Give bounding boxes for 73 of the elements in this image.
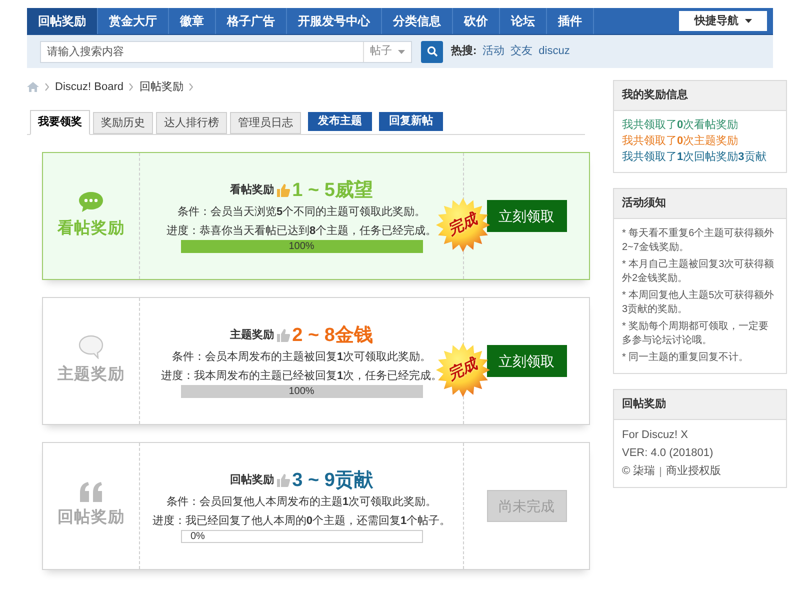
quick-nav-button[interactable]: 快捷导航: [679, 11, 767, 31]
thumbs-up-icon: [276, 474, 290, 487]
search-icon: [426, 46, 438, 57]
notice-text: * 同一主题的重复回复不计。: [622, 351, 750, 365]
chevron-right-icon: [189, 83, 194, 91]
progress-reading: 0%: [190, 532, 205, 542]
panel-title: 活动须知: [614, 189, 786, 219]
thumbs-up-icon: [276, 329, 290, 342]
nav-item[interactable]: 赏金大厅: [98, 8, 169, 34]
quote-mark-icon: [79, 482, 103, 502]
scope-select[interactable]: 帖子: [363, 42, 411, 62]
thumbs-up-icon: [276, 184, 290, 197]
notice-text: * 奖励每个周期都可领取，一定要多参与论坛讨论哦。: [622, 320, 770, 348]
copyright-text: © 柒瑞: [622, 464, 656, 479]
chevron-right-icon: [45, 83, 49, 91]
panel-title: 我的奖励信息: [614, 81, 786, 111]
condition-text: 条件：会员本周发布的主题被回复1次可领取此奖励。: [172, 350, 432, 366]
nav-item[interactable]: 格子广告: [216, 8, 287, 34]
progress-reading: 100%: [288, 386, 314, 397]
caret-icon: [744, 19, 752, 23]
claim-button[interactable]: 立刻领取: [486, 345, 566, 377]
hot-search-link[interactable]: 交友: [510, 43, 533, 60]
nav-item[interactable]: 徽章: [169, 8, 216, 34]
reward-amount: 2 ~ 8金钱: [292, 324, 373, 348]
progress-text: 进度：恭喜你当天看帖已达到8个主题，任务已经完成。: [166, 224, 437, 239]
condition-text: 条件：会员当天浏览5个不同的主题可领取此奖励。: [177, 204, 426, 220]
reward-summary: 我共领取了0次看帖奖励: [622, 119, 740, 132]
reward-label: 主题奖励: [230, 328, 274, 344]
done-stamp: 完成: [435, 342, 491, 398]
breadcrumb-link[interactable]: 回帖奖励: [139, 78, 184, 96]
nav-item[interactable]: 砍价: [453, 8, 500, 34]
progress-reading: 100%: [288, 242, 314, 252]
search-button[interactable]: [421, 40, 443, 62]
nav-item[interactable]: 分类信息: [382, 8, 453, 34]
nav-item[interactable]: 插件: [547, 8, 594, 34]
reward-summary: 我共领取了0次主题奖励: [622, 135, 740, 148]
search-field[interactable]: 请输入搜索内容 帖子: [40, 40, 412, 62]
claim-button[interactable]: 立刻领取: [486, 200, 566, 232]
reward-label: 回帖奖励: [230, 472, 274, 488]
chat-bubble-icon: [78, 191, 104, 213]
notice-text: * 本周回复他人主题5次可获得额外3贡献的奖励。: [622, 289, 776, 317]
reward-name: 主题奖励: [57, 364, 125, 385]
done-stamp: 完成: [435, 197, 491, 253]
nav-item[interactable]: 开服发号中心: [287, 8, 382, 34]
speech-bubble-icon: [78, 335, 104, 359]
panel-title: 回帖奖励: [614, 390, 786, 420]
reward-label: 看帖奖励: [230, 182, 274, 198]
tab[interactable]: 管理员日志: [230, 112, 301, 134]
tab[interactable]: 我要领奖: [30, 110, 90, 135]
version-text: VER: 4.0 (201801): [622, 446, 714, 461]
action-button[interactable]: 回复新帖: [379, 112, 443, 131]
reward-amount: 3 ~ 9贡献: [292, 468, 373, 492]
reward-name: 看帖奖励: [57, 218, 125, 239]
hot-search-link[interactable]: discuz: [538, 43, 570, 60]
hot-search-label: 热搜:: [451, 44, 477, 60]
condition-text: 条件：会员回复他人本周发布的主题1次可领取此奖励。: [166, 494, 437, 510]
tab[interactable]: 奖励历史: [93, 112, 153, 134]
hot-search-link[interactable]: 活动: [482, 43, 505, 60]
license-text: 商业授权版: [666, 464, 722, 479]
nav-item[interactable]: 回帖奖励: [27, 8, 98, 34]
chevron-right-icon: [129, 83, 134, 91]
progress-text: 进度：我已经回复了他人本周的0个主题，还需回复1个帖子。: [152, 514, 451, 529]
breadcrumb-link[interactable]: Discuz! Board: [55, 78, 124, 96]
version-text: For Discuz! X: [622, 428, 690, 443]
notice-text: * 每天看不重复6个主题可获得额外2~7金钱奖励。: [622, 227, 776, 255]
nav-item[interactable]: 论坛: [500, 8, 547, 34]
tab[interactable]: 达人排行榜: [156, 112, 227, 134]
reward-amount: 1 ~ 5威望: [292, 178, 373, 202]
reward-name: 回帖奖励: [57, 508, 125, 528]
action-button[interactable]: 发布主题: [308, 112, 372, 131]
caret-icon: [398, 50, 405, 54]
notice-text: * 本月自己主题被回复3次可获得额外2金钱奖励。: [622, 258, 776, 286]
reward-summary: 我共领取了1次回帖奖励3贡献: [622, 151, 768, 164]
